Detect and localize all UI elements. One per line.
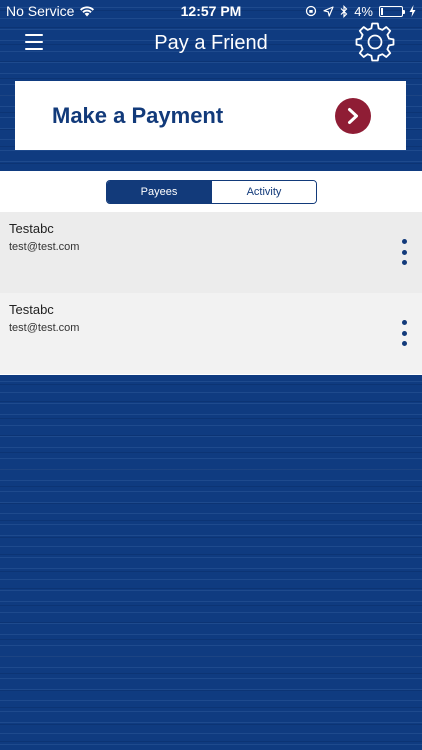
chevron-right-icon	[348, 107, 358, 124]
tab-activity[interactable]: Activity	[211, 181, 316, 203]
make-payment-banner[interactable]: Make a Payment	[15, 81, 406, 150]
status-bar: No Service 12:57 PM 4%	[0, 0, 422, 22]
wifi-icon	[80, 6, 95, 17]
payee-row[interactable]: Testabc test@test.com	[0, 212, 422, 293]
payee-name: Testabc	[9, 302, 54, 317]
payee-email: test@test.com	[9, 241, 80, 253]
location-arrow-icon	[323, 5, 334, 17]
menu-button[interactable]	[25, 34, 43, 50]
charging-bolt-icon	[409, 5, 416, 17]
hamburger-menu-icon	[25, 34, 43, 36]
segmented-control: Payees Activity	[106, 180, 317, 204]
make-payment-arrow-button[interactable]	[335, 97, 371, 134]
more-options-button[interactable]	[396, 320, 412, 346]
settings-button[interactable]	[355, 22, 395, 62]
payee-email: test@test.com	[9, 322, 80, 334]
carrier-label: No Service	[6, 3, 75, 19]
payee-row[interactable]: Testabc test@test.com	[0, 293, 422, 374]
bluetooth-icon	[340, 4, 348, 18]
gear-icon	[355, 22, 395, 62]
status-left: No Service	[6, 3, 146, 19]
battery-percent: 4%	[354, 3, 373, 19]
nav-header: Pay a Friend	[0, 22, 422, 64]
status-time: 12:57 PM	[180, 3, 242, 19]
more-options-button[interactable]	[396, 239, 412, 265]
payee-name: Testabc	[9, 221, 54, 236]
status-right: 4%	[276, 4, 416, 19]
page-title: Pay a Friend	[154, 31, 268, 54]
tab-payees[interactable]: Payees	[107, 181, 211, 203]
make-payment-label: Make a Payment	[52, 102, 224, 128]
payees-panel: Payees Activity Testabc test@test.com Te…	[0, 171, 422, 375]
more-vertical-icon	[401, 320, 407, 325]
battery-icon	[379, 5, 405, 17]
more-vertical-icon	[401, 239, 407, 244]
orientation-lock-icon	[306, 5, 317, 17]
